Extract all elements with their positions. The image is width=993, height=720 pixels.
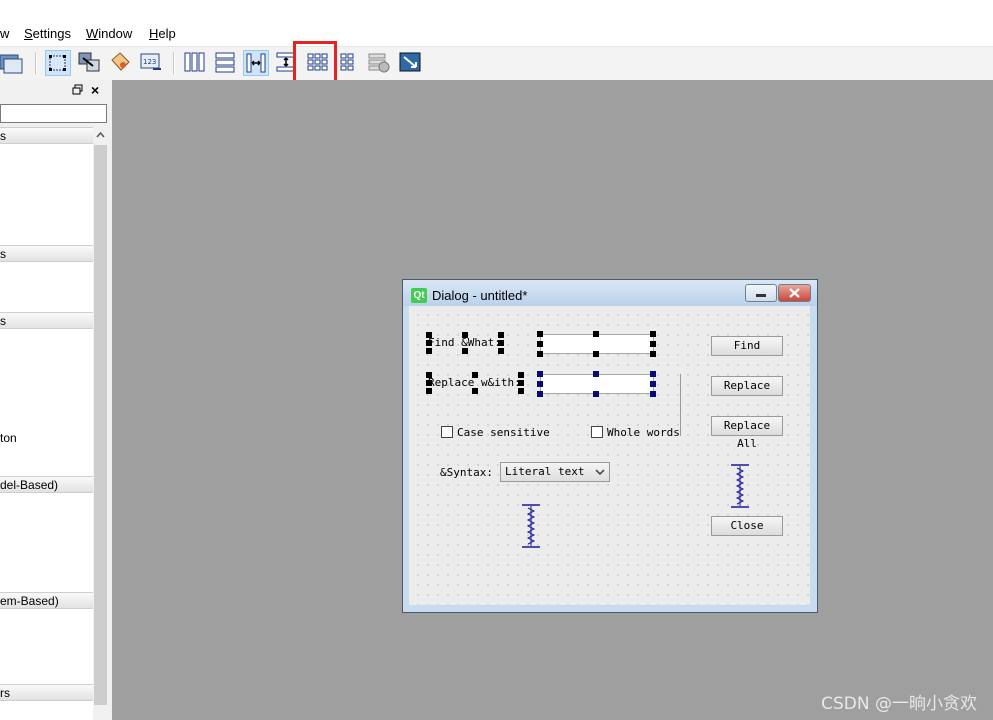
selection-handle[interactable]: [537, 351, 543, 357]
menu-help[interactable]: Help: [149, 26, 176, 41]
category-header[interactable]: s: [0, 127, 93, 144]
selection-handle[interactable]: [426, 348, 432, 354]
menu-settings[interactable]: Settings: [24, 26, 71, 41]
selection-handle[interactable]: [462, 332, 468, 338]
selection-handle[interactable]: [518, 388, 524, 394]
widget-item[interactable]: ton: [0, 431, 17, 445]
whole-words-checkbox[interactable]: [591, 426, 603, 438]
replace-all-button[interactable]: Replace All: [711, 416, 783, 450]
dialog-title: Dialog - untitled*: [432, 288, 528, 303]
selection-handle[interactable]: [426, 332, 432, 338]
scrollbar-thumb[interactable]: [94, 145, 107, 705]
selection-handle[interactable]: [593, 351, 599, 357]
edit-signals-slots-icon[interactable]: [77, 50, 103, 76]
widget-editor-mode-icon[interactable]: [0, 50, 26, 76]
category-header[interactable]: rs: [0, 684, 93, 701]
svg-text:123: 123: [143, 58, 156, 66]
vertical-line[interactable]: [680, 374, 681, 436]
selection-handle[interactable]: [498, 332, 504, 338]
selection-handle[interactable]: [650, 351, 656, 357]
selection-handle[interactable]: [426, 372, 432, 378]
qt-logo-icon: Qt: [411, 288, 427, 303]
case-sensitive-label: Case sensitive: [457, 426, 550, 439]
chevron-down-icon: [595, 469, 605, 475]
find-button[interactable]: Find: [711, 336, 783, 356]
menu-window[interactable]: Window: [86, 26, 132, 41]
layout-horizontal-icon[interactable]: [182, 50, 208, 76]
selection-handle[interactable]: [650, 341, 656, 347]
whole-words-label: Whole words: [607, 426, 680, 439]
form-editor-toolbar: 123: [0, 46, 993, 82]
syntax-combobox[interactable]: Literal text: [500, 462, 610, 482]
category-header[interactable]: s: [0, 245, 93, 262]
toolbar-separator: [173, 52, 175, 74]
selection-handle[interactable]: [498, 348, 504, 354]
edit-widgets-icon[interactable]: [45, 50, 71, 76]
scroll-up-icon[interactable]: [93, 127, 108, 144]
selection-handle[interactable]: [537, 371, 543, 377]
layout-vertical-icon[interactable]: [213, 50, 239, 76]
selection-handle[interactable]: [518, 380, 524, 386]
selection-handle[interactable]: [472, 388, 478, 394]
selection-handle[interactable]: [426, 340, 432, 346]
selection-handle[interactable]: [537, 341, 543, 347]
vertical-spacer-icon[interactable]: [729, 464, 751, 508]
widget-list: s s s ton del-Based) em-Based) rs: [0, 127, 93, 720]
layout-horizontal-splitter-icon[interactable]: [243, 50, 269, 76]
replace-button[interactable]: Replace: [711, 376, 783, 396]
selection-handle[interactable]: [537, 391, 543, 397]
edit-tab-order-icon[interactable]: 123: [139, 50, 165, 76]
minimize-button[interactable]: [745, 284, 777, 302]
edit-buddies-icon[interactable]: [108, 50, 134, 76]
watermark: CSDN @一晌小贪欢: [821, 694, 977, 714]
syntax-combo-value: Literal text: [505, 465, 585, 478]
selection-handle[interactable]: [593, 371, 599, 377]
selection-handle[interactable]: [462, 348, 468, 354]
layout-form-icon[interactable]: [336, 50, 362, 76]
widget-filter-input[interactable]: [0, 104, 107, 123]
adjust-size-icon[interactable]: [398, 50, 424, 76]
close-window-button[interactable]: [778, 284, 811, 302]
selection-handle[interactable]: [650, 331, 656, 337]
selection-handle[interactable]: [498, 340, 504, 346]
selection-handle[interactable]: [472, 372, 478, 378]
vertical-spacer-icon[interactable]: [520, 504, 542, 548]
selection-handle[interactable]: [650, 381, 656, 387]
selection-handle[interactable]: [650, 371, 656, 377]
case-sensitive-checkbox[interactable]: [441, 426, 453, 438]
category-header[interactable]: s: [0, 312, 93, 329]
syntax-label[interactable]: &Syntax:: [440, 466, 493, 479]
selection-handle[interactable]: [426, 388, 432, 394]
menu-view[interactable]: w: [0, 26, 9, 41]
toolbar-separator: [35, 52, 37, 74]
category-header[interactable]: em-Based): [0, 592, 93, 609]
close-button[interactable]: Close: [711, 516, 783, 536]
category-header[interactable]: del-Based): [0, 476, 93, 493]
selection-handle[interactable]: [650, 391, 656, 397]
selection-handle[interactable]: [593, 391, 599, 397]
menu-bar: w Settings Window Help: [0, 0, 993, 46]
float-panel-icon[interactable]: [72, 84, 84, 96]
selection-handle[interactable]: [426, 380, 432, 386]
selection-handle[interactable]: [593, 331, 599, 337]
break-layout-icon[interactable]: [367, 50, 393, 76]
close-panel-icon[interactable]: ×: [91, 83, 105, 97]
selection-handle[interactable]: [537, 381, 543, 387]
selection-handle[interactable]: [537, 331, 543, 337]
selection-handle[interactable]: [518, 372, 524, 378]
